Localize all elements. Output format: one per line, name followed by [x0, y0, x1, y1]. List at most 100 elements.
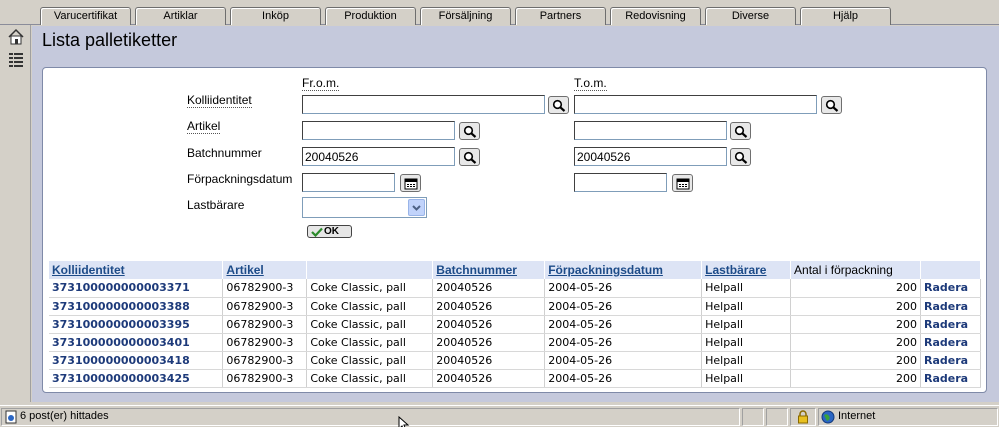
cell-kolliidentitet[interactable]: 373100000000003425: [49, 369, 224, 388]
results-table: Kolliidentitet Artikel Batchnummer Förpa…: [49, 261, 982, 388]
cell-kolliidentitet[interactable]: 373100000000003388: [49, 297, 224, 316]
tab-artiklar[interactable]: Artiklar: [135, 7, 226, 25]
lastbarare-select[interactable]: [302, 197, 427, 218]
col-header-lastbarare[interactable]: Lastbärare: [701, 261, 792, 279]
cell-antal: 200: [790, 333, 921, 352]
tab-forsaljning[interactable]: Försäljning: [420, 7, 511, 25]
tab-hjalp[interactable]: Hjälp: [800, 7, 891, 25]
radera-link[interactable]: Radera: [920, 351, 982, 370]
table-row: 373100000000003371 06782900-3 Coke Classic…: [49, 279, 982, 298]
cell-batchnummer: 20040526: [432, 369, 546, 388]
forpackningsdatum-label: Förpackningsdatum: [187, 172, 293, 186]
table-row: 373100000000003418 06782900-3 Coke Classic…: [49, 351, 982, 370]
batch-from-input[interactable]: [302, 147, 455, 166]
table-row: 373100000000003425 06782900-3 Coke Classic…: [49, 369, 982, 388]
home-icon[interactable]: [7, 28, 25, 46]
list-icon[interactable]: [7, 50, 25, 68]
status-text: 6 post(er) hittades: [20, 410, 109, 422]
tab-varucertifikat[interactable]: Varucertifikat: [40, 7, 131, 25]
top-menu: Varucertifikat Artiklar Inköp Produktion…: [0, 0, 999, 25]
cell-antal: 200: [790, 351, 921, 370]
page-title: Lista palletiketter: [42, 30, 178, 50]
col-header-antal: Antal i förpackning: [790, 261, 921, 279]
status-main-section: [1, 408, 740, 426]
tab-diverse[interactable]: Diverse: [705, 7, 796, 25]
batch-label: Batchnummer: [187, 146, 262, 160]
ok-button-label: OK: [324, 226, 339, 237]
col-header-batchnummer[interactable]: Batchnummer: [432, 261, 546, 279]
radera-link[interactable]: Radera: [920, 297, 982, 316]
batch-to-search-button[interactable]: [730, 148, 751, 166]
lock-icon: [798, 410, 808, 424]
cell-beskrivning: Coke Classic, pall: [306, 369, 434, 388]
status-section-lock: [790, 408, 816, 426]
from-header: Fr.o.m.: [302, 76, 340, 91]
status-bar: 6 post(er) hittades Internet: [0, 405, 999, 427]
cell-kolliidentitet[interactable]: 373100000000003401: [49, 333, 224, 352]
tab-partners[interactable]: Partners: [515, 7, 606, 25]
forp-to-calendar-button[interactable]: [672, 174, 693, 192]
col-header-artikel[interactable]: Artikel: [222, 261, 308, 279]
table-row: 373100000000003401 06782900-3 Coke Classic…: [49, 333, 982, 352]
cell-kolliidentitet[interactable]: 373100000000003371: [49, 279, 224, 298]
left-toolbar: [0, 25, 31, 402]
artikel-to-search-button[interactable]: [730, 122, 751, 140]
batch-from-search-button[interactable]: [459, 148, 480, 166]
table-row: 373100000000003388 06782900-3 Coke Classic…: [49, 297, 982, 316]
cell-forpackningsdatum: 2004-05-26: [544, 333, 703, 352]
cell-batchnummer: 20040526: [432, 315, 546, 334]
tab-produktion[interactable]: Produktion: [325, 7, 416, 25]
check-icon: [311, 227, 323, 237]
status-section-2: [742, 408, 764, 426]
radera-link[interactable]: Radera: [920, 315, 982, 334]
forp-from-input[interactable]: [302, 173, 395, 192]
kolli-to-search-button[interactable]: [821, 96, 842, 114]
magnifier-icon: [734, 151, 748, 164]
kolli-from-search-button[interactable]: [548, 96, 569, 114]
cell-lastbarare: Helpall: [701, 315, 792, 334]
forp-from-calendar-button[interactable]: [400, 174, 421, 192]
cell-forpackningsdatum: 2004-05-26: [544, 369, 703, 388]
radera-link[interactable]: Radera: [920, 333, 982, 352]
magnifier-icon: [463, 125, 477, 138]
cell-antal: 200: [790, 315, 921, 334]
magnifier-icon: [825, 99, 839, 112]
magnifier-icon: [734, 125, 748, 138]
artikel-from-search-button[interactable]: [459, 122, 480, 140]
cell-forpackningsdatum: 2004-05-26: [544, 315, 703, 334]
kolli-to-input[interactable]: [574, 95, 817, 114]
kolli-from-input[interactable]: [302, 95, 545, 114]
ok-button[interactable]: OK: [307, 225, 352, 238]
cell-antal: 200: [790, 369, 921, 388]
mouse-cursor-icon: [398, 416, 410, 427]
cell-forpackningsdatum: 2004-05-26: [544, 351, 703, 370]
table-header-row: Kolliidentitet Artikel Batchnummer Förpa…: [49, 261, 982, 279]
radera-link[interactable]: Radera: [920, 279, 982, 298]
cell-batchnummer: 20040526: [432, 279, 546, 298]
radera-link[interactable]: Radera: [920, 369, 982, 388]
col-header-kolliidentitet[interactable]: Kolliidentitet: [49, 261, 224, 279]
batch-to-input[interactable]: [574, 147, 727, 166]
cell-forpackningsdatum: 2004-05-26: [544, 279, 703, 298]
forp-to-input[interactable]: [574, 173, 667, 192]
lastbarare-label: Lastbärare: [187, 198, 245, 212]
cell-kolliidentitet[interactable]: 373100000000003395: [49, 315, 224, 334]
artikel-to-input[interactable]: [574, 121, 727, 140]
magnifier-icon: [552, 99, 566, 112]
globe-icon: [821, 410, 835, 424]
cell-kolliidentitet[interactable]: 373100000000003418: [49, 351, 224, 370]
cell-beskrivning: Coke Classic, pall: [306, 279, 434, 298]
cell-lastbarare: Helpall: [701, 279, 792, 298]
cell-batchnummer: 20040526: [432, 351, 546, 370]
artikel-from-input[interactable]: [302, 121, 455, 140]
cell-lastbarare: Helpall: [701, 297, 792, 316]
zone-text: Internet: [838, 410, 876, 422]
cell-lastbarare: Helpall: [701, 369, 792, 388]
col-header-forpackningsdatum[interactable]: Förpackningsdatum: [544, 261, 703, 279]
table-row: 373100000000003395 06782900-3 Coke Classic…: [49, 315, 982, 334]
tab-inkop[interactable]: Inköp: [230, 7, 321, 25]
calendar-icon: [404, 178, 418, 190]
tab-redovisning[interactable]: Redovisning: [610, 7, 701, 25]
chevron-down-icon[interactable]: [408, 199, 425, 216]
to-header: T.o.m.: [574, 76, 607, 91]
